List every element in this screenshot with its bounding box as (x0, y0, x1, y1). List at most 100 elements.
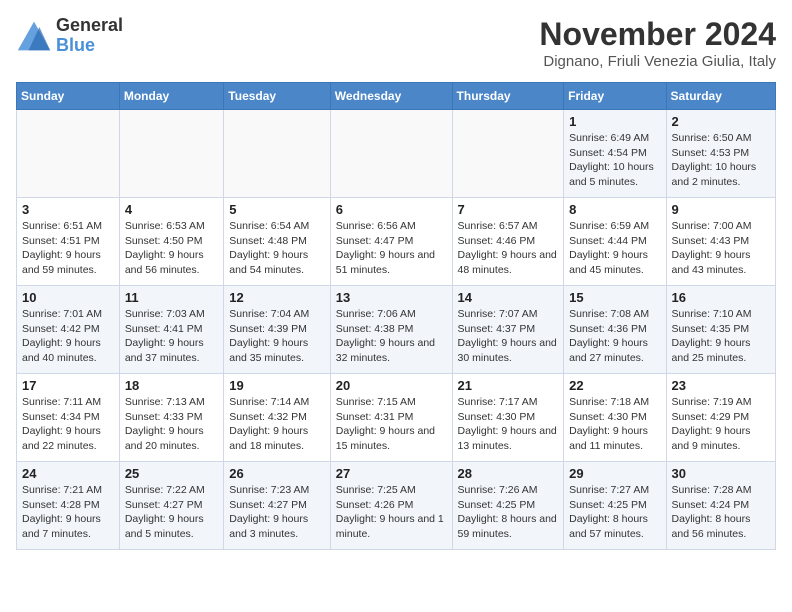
day-cell: 7 Sunrise: 6:57 AM Sunset: 4:46 PM Daylig… (452, 198, 564, 286)
day-number: 29 (569, 466, 660, 481)
day-info: Sunrise: 6:51 AM Sunset: 4:51 PM Dayligh… (22, 219, 114, 278)
day-cell: 6 Sunrise: 6:56 AM Sunset: 4:47 PM Daylig… (330, 198, 452, 286)
day-number: 19 (229, 378, 324, 393)
day-number: 7 (458, 202, 559, 217)
day-cell: 30 Sunrise: 7:28 AM Sunset: 4:24 PM Dayli… (666, 462, 775, 550)
day-info: Sunrise: 7:23 AM Sunset: 4:27 PM Dayligh… (229, 483, 324, 542)
week-row-1: 1 Sunrise: 6:49 AM Sunset: 4:54 PM Daylig… (17, 110, 776, 198)
col-saturday: Saturday (666, 83, 775, 110)
header: General Blue November 2024 Dignano, Friu… (16, 16, 776, 70)
day-info: Sunrise: 7:10 AM Sunset: 4:35 PM Dayligh… (672, 307, 770, 366)
day-info: Sunrise: 7:00 AM Sunset: 4:43 PM Dayligh… (672, 219, 770, 278)
day-cell (330, 110, 452, 198)
day-info: Sunrise: 7:08 AM Sunset: 4:36 PM Dayligh… (569, 307, 660, 366)
calendar-body: 1 Sunrise: 6:49 AM Sunset: 4:54 PM Daylig… (17, 110, 776, 550)
day-info: Sunrise: 7:11 AM Sunset: 4:34 PM Dayligh… (22, 395, 114, 454)
day-info: Sunrise: 6:57 AM Sunset: 4:46 PM Dayligh… (458, 219, 559, 278)
day-number: 12 (229, 290, 324, 305)
day-number: 15 (569, 290, 660, 305)
day-info: Sunrise: 7:19 AM Sunset: 4:29 PM Dayligh… (672, 395, 770, 454)
week-row-4: 17 Sunrise: 7:11 AM Sunset: 4:34 PM Dayli… (17, 374, 776, 462)
day-info: Sunrise: 7:17 AM Sunset: 4:30 PM Dayligh… (458, 395, 559, 454)
day-number: 16 (672, 290, 770, 305)
week-row-5: 24 Sunrise: 7:21 AM Sunset: 4:28 PM Dayli… (17, 462, 776, 550)
day-cell: 17 Sunrise: 7:11 AM Sunset: 4:34 PM Dayli… (17, 374, 120, 462)
day-number: 27 (336, 466, 447, 481)
day-number: 14 (458, 290, 559, 305)
day-cell: 16 Sunrise: 7:10 AM Sunset: 4:35 PM Dayli… (666, 286, 775, 374)
day-number: 1 (569, 114, 660, 129)
day-cell: 18 Sunrise: 7:13 AM Sunset: 4:33 PM Dayli… (119, 374, 223, 462)
col-friday: Friday (564, 83, 666, 110)
day-number: 24 (22, 466, 114, 481)
day-cell: 21Sunrise: 7:17 AM Sunset: 4:30 PM Dayli… (452, 374, 564, 462)
day-cell: 19Sunrise: 7:14 AM Sunset: 4:32 PM Dayli… (224, 374, 330, 462)
day-info: Sunrise: 7:27 AM Sunset: 4:25 PM Dayligh… (569, 483, 660, 542)
day-number: 2 (672, 114, 770, 129)
day-cell: 23 Sunrise: 7:19 AM Sunset: 4:29 PM Dayli… (666, 374, 775, 462)
day-info: Sunrise: 6:49 AM Sunset: 4:54 PM Dayligh… (569, 131, 660, 190)
day-cell: 15 Sunrise: 7:08 AM Sunset: 4:36 PM Dayli… (564, 286, 666, 374)
col-monday: Monday (119, 83, 223, 110)
day-info: Sunrise: 7:25 AM Sunset: 4:26 PM Dayligh… (336, 483, 447, 542)
logo-blue-text: Blue (56, 36, 123, 56)
day-cell: 4Sunrise: 6:53 AM Sunset: 4:50 PM Daylig… (119, 198, 223, 286)
day-info: Sunrise: 7:06 AM Sunset: 4:38 PM Dayligh… (336, 307, 447, 366)
day-info: Sunrise: 6:56 AM Sunset: 4:47 PM Dayligh… (336, 219, 447, 278)
day-cell: 3 Sunrise: 6:51 AM Sunset: 4:51 PM Daylig… (17, 198, 120, 286)
col-tuesday: Tuesday (224, 83, 330, 110)
day-cell: 1 Sunrise: 6:49 AM Sunset: 4:54 PM Daylig… (564, 110, 666, 198)
day-cell: 11Sunrise: 7:03 AM Sunset: 4:41 PM Dayli… (119, 286, 223, 374)
calendar-header: Sunday Monday Tuesday Wednesday Thursday… (17, 83, 776, 110)
main-title: November 2024 (539, 16, 776, 53)
day-number: 20 (336, 378, 447, 393)
day-cell (224, 110, 330, 198)
day-info: Sunrise: 7:13 AM Sunset: 4:33 PM Dayligh… (125, 395, 218, 454)
day-number: 17 (22, 378, 114, 393)
day-number: 23 (672, 378, 770, 393)
header-row: Sunday Monday Tuesday Wednesday Thursday… (17, 83, 776, 110)
day-info: Sunrise: 7:22 AM Sunset: 4:27 PM Dayligh… (125, 483, 218, 542)
day-cell: 28 Sunrise: 7:26 AM Sunset: 4:25 PM Dayli… (452, 462, 564, 550)
day-cell: 9 Sunrise: 7:00 AM Sunset: 4:43 PM Daylig… (666, 198, 775, 286)
day-number: 9 (672, 202, 770, 217)
day-number: 18 (125, 378, 218, 393)
col-thursday: Thursday (452, 83, 564, 110)
title-block: November 2024 Dignano, Friuli Venezia Gi… (539, 16, 776, 70)
col-wednesday: Wednesday (330, 83, 452, 110)
day-number: 11 (125, 290, 218, 305)
day-cell: 10 Sunrise: 7:01 AM Sunset: 4:42 PM Dayli… (17, 286, 120, 374)
week-row-2: 3 Sunrise: 6:51 AM Sunset: 4:51 PM Daylig… (17, 198, 776, 286)
day-number: 26 (229, 466, 324, 481)
day-info: Sunrise: 6:50 AM Sunset: 4:53 PM Dayligh… (672, 131, 770, 190)
day-cell: 22Sunrise: 7:18 AM Sunset: 4:30 PM Dayli… (564, 374, 666, 462)
subtitle: Dignano, Friuli Venezia Giulia, Italy (539, 53, 776, 70)
day-number: 25 (125, 466, 218, 481)
calendar-table: Sunday Monday Tuesday Wednesday Thursday… (16, 82, 776, 550)
day-info: Sunrise: 7:01 AM Sunset: 4:42 PM Dayligh… (22, 307, 114, 366)
day-number: 30 (672, 466, 770, 481)
day-info: Sunrise: 7:26 AM Sunset: 4:25 PM Dayligh… (458, 483, 559, 542)
day-cell (119, 110, 223, 198)
week-row-3: 10 Sunrise: 7:01 AM Sunset: 4:42 PM Dayli… (17, 286, 776, 374)
day-info: Sunrise: 6:54 AM Sunset: 4:48 PM Dayligh… (229, 219, 324, 278)
day-number: 6 (336, 202, 447, 217)
day-info: Sunrise: 7:28 AM Sunset: 4:24 PM Dayligh… (672, 483, 770, 542)
logo-icon (16, 18, 52, 54)
day-number: 5 (229, 202, 324, 217)
day-number: 8 (569, 202, 660, 217)
day-number: 28 (458, 466, 559, 481)
col-sunday: Sunday (17, 83, 120, 110)
day-cell: 2 Sunrise: 6:50 AM Sunset: 4:53 PM Daylig… (666, 110, 775, 198)
day-cell: 13 Sunrise: 7:06 AM Sunset: 4:38 PM Dayli… (330, 286, 452, 374)
day-cell: 14Sunrise: 7:07 AM Sunset: 4:37 PM Dayli… (452, 286, 564, 374)
day-number: 13 (336, 290, 447, 305)
day-info: Sunrise: 7:04 AM Sunset: 4:39 PM Dayligh… (229, 307, 324, 366)
day-number: 22 (569, 378, 660, 393)
day-info: Sunrise: 6:59 AM Sunset: 4:44 PM Dayligh… (569, 219, 660, 278)
day-info: Sunrise: 7:15 AM Sunset: 4:31 PM Dayligh… (336, 395, 447, 454)
day-number: 10 (22, 290, 114, 305)
day-info: Sunrise: 7:21 AM Sunset: 4:28 PM Dayligh… (22, 483, 114, 542)
day-info: Sunrise: 6:53 AM Sunset: 4:50 PM Dayligh… (125, 219, 218, 278)
day-number: 3 (22, 202, 114, 217)
